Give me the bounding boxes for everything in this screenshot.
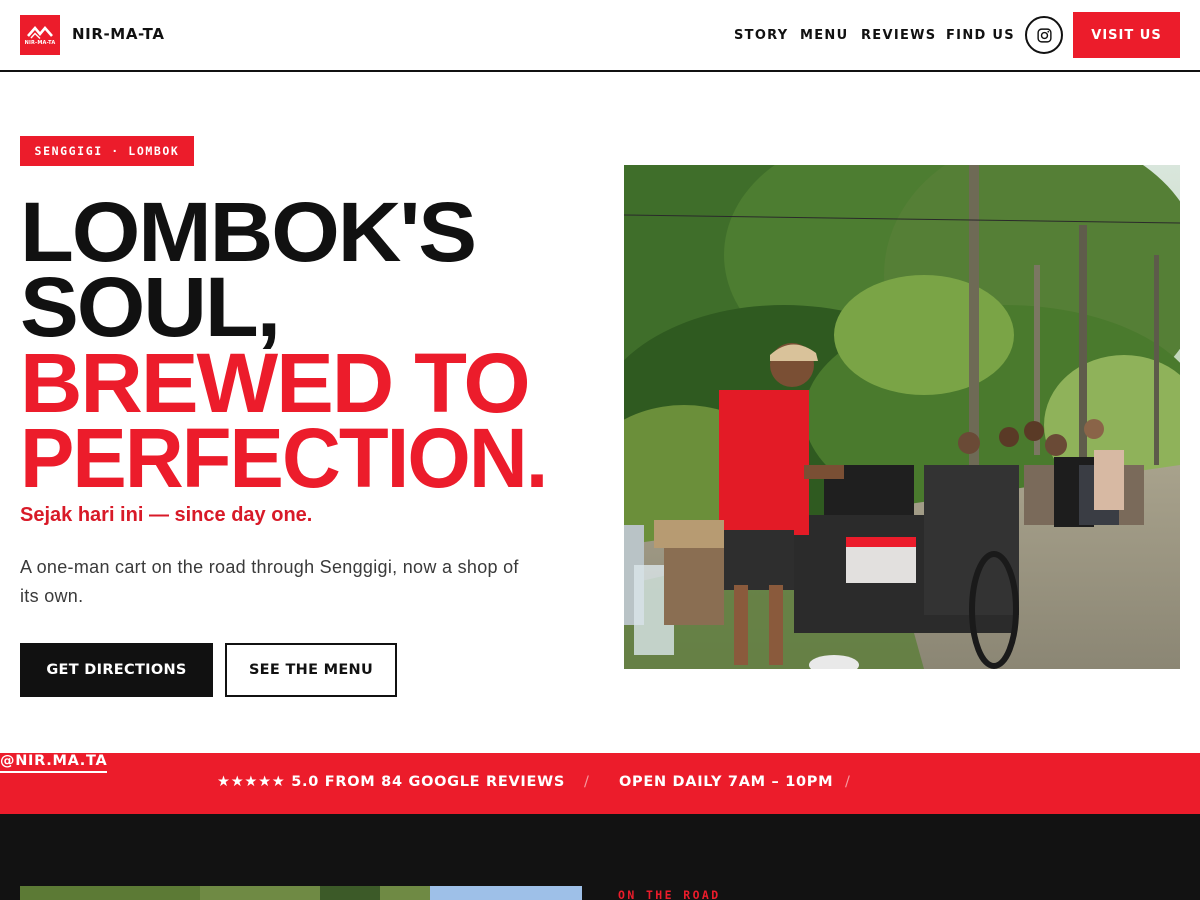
nav-reviews[interactable]: REVIEWS	[861, 28, 936, 43]
get-directions-button[interactable]: GET DIRECTIONS	[20, 643, 213, 697]
coffee-cart-photo	[624, 165, 1180, 669]
opening-hours: OPEN DAILY 7AM – 10PM	[619, 774, 834, 790]
on-the-road-photo	[20, 886, 582, 900]
nav-story[interactable]: STORY	[734, 28, 789, 43]
instagram-icon	[1036, 27, 1052, 43]
instagram-button[interactable]	[1025, 16, 1063, 54]
location-badge: SENGGIGI · LOMBOK	[20, 136, 194, 166]
logo-text: NIR-MA-TA	[24, 39, 56, 46]
brand-name[interactable]: NIR-MA-TA	[72, 25, 165, 43]
logo-mark-icon	[27, 25, 53, 39]
section-eyebrow: ON THE ROAD	[618, 888, 721, 900]
hero-description: A one-man cart on the road through Sengg…	[20, 557, 519, 606]
info-strip: ★★★★★ 5.0 FROM 84 GOOGLE REVIEWS / OPEN …	[0, 753, 1200, 814]
strip-separator: /	[584, 774, 590, 790]
nav-menu[interactable]: MENU	[800, 28, 848, 43]
brand-logo[interactable]: NIR-MA-TA	[20, 15, 60, 55]
nav-find-us[interactable]: FIND US	[946, 28, 1015, 43]
rating-summary: ★★★★★ 5.0 FROM 84 GOOGLE REVIEWS	[217, 774, 565, 790]
hero-photo	[624, 165, 1180, 669]
hero-tagline: Sejak hari ini — since day one.	[20, 504, 313, 526]
strip-separator: /	[845, 774, 851, 790]
site-header: NIR-MA-TA NIR-MA-TA STORY MENU REVIEWS F…	[0, 0, 1200, 72]
headline-line-4: PERFECTION.	[20, 411, 548, 505]
trees-photo	[20, 886, 582, 900]
see-menu-button[interactable]: SEE THE MENU	[225, 643, 397, 697]
visit-us-button[interactable]: VISIT US	[1073, 12, 1180, 58]
instagram-handle-link[interactable]: @NIR.MA.TA	[0, 753, 108, 773]
